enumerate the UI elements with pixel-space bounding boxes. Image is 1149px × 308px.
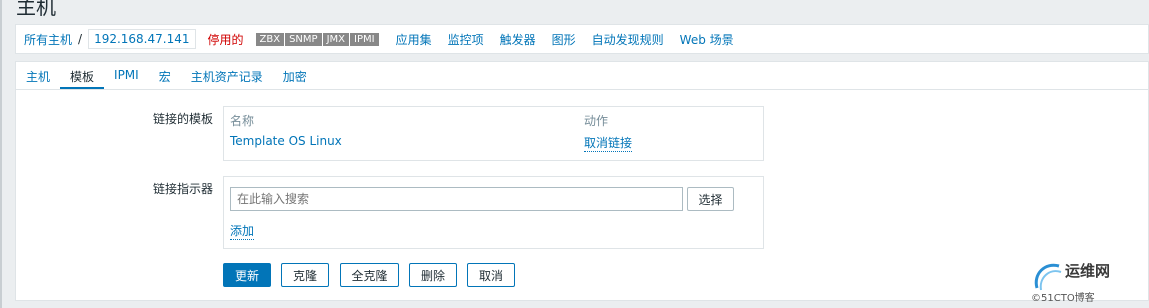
availability-badges: ZBX SNMP JMX IPMI — [255, 32, 380, 46]
ipmi-badge: IPMI — [350, 32, 379, 46]
graphs-link[interactable]: 图形 — [552, 31, 576, 48]
clone-button[interactable]: 克隆 — [281, 263, 329, 287]
jmx-badge: JMX — [322, 32, 350, 46]
tab-inventory[interactable]: 主机资产记录 — [181, 62, 273, 90]
discovery-rules-link[interactable]: 自动发现规则 — [592, 31, 664, 48]
linked-templates-label: 链接的模板 — [152, 112, 213, 126]
watermark-sub: ©51CTO博客 — [1031, 293, 1095, 304]
left-border — [0, 0, 2, 308]
template-search-input[interactable] — [230, 187, 683, 211]
full-clone-button[interactable]: 全克隆 — [340, 263, 399, 287]
tab-encryption[interactable]: 加密 — [273, 62, 317, 90]
column-name-header: 名称 — [230, 114, 255, 128]
breadcrumb-separator: / — [78, 32, 83, 46]
link-new-templates-box: 选择 添加 — [223, 176, 764, 249]
tab-host[interactable]: 主机 — [16, 62, 60, 90]
column-action-header: 动作 — [584, 114, 609, 128]
web-scenarios-link[interactable]: Web 场景 — [680, 31, 734, 48]
delete-button[interactable]: 删除 — [409, 263, 457, 287]
tab-macros[interactable]: 宏 — [149, 62, 181, 90]
zbx-badge: ZBX — [255, 32, 285, 46]
add-template-link[interactable]: 添加 — [230, 222, 255, 240]
select-template-button[interactable]: 选择 — [687, 187, 734, 211]
watermark-text: 运维网 — [1065, 262, 1111, 280]
update-button[interactable]: 更新 — [223, 263, 271, 287]
all-hosts-link[interactable]: 所有主机 — [24, 31, 72, 48]
tab-ipmi[interactable]: IPMI — [104, 62, 149, 90]
triggers-link[interactable]: 触发器 — [500, 31, 536, 48]
link-new-templates-label: 链接指示器 — [152, 182, 213, 196]
applications-link[interactable]: 应用集 — [396, 31, 432, 48]
current-host-link[interactable]: 192.168.47.141 — [88, 29, 196, 49]
host-navigation-bar: 所有主机 / 192.168.47.141 停用的 ZBX SNMP JMX I… — [15, 24, 1149, 54]
items-link[interactable]: 监控项 — [448, 31, 484, 48]
templates-form: 链接的模板 名称 动作 Template OS Linux 取消链接 链接指示器… — [15, 89, 1149, 301]
page-title: 主机 — [16, 0, 56, 19]
tab-templates[interactable]: 模板 — [60, 62, 105, 90]
host-tabs: 主机 模板 IPMI 宏 主机资产记录 加密 — [15, 61, 1149, 90]
host-status-disabled[interactable]: 停用的 — [208, 31, 244, 48]
watermark: 运维网 ©51CTO博客 — [1031, 260, 1143, 304]
linked-templates-table: 名称 动作 Template OS Linux 取消链接 — [223, 106, 764, 161]
snmp-badge: SNMP — [285, 32, 322, 46]
cancel-button[interactable]: 取消 — [467, 263, 515, 287]
unlink-template-link[interactable]: 取消链接 — [584, 134, 633, 152]
template-link[interactable]: Template OS Linux — [230, 134, 342, 148]
